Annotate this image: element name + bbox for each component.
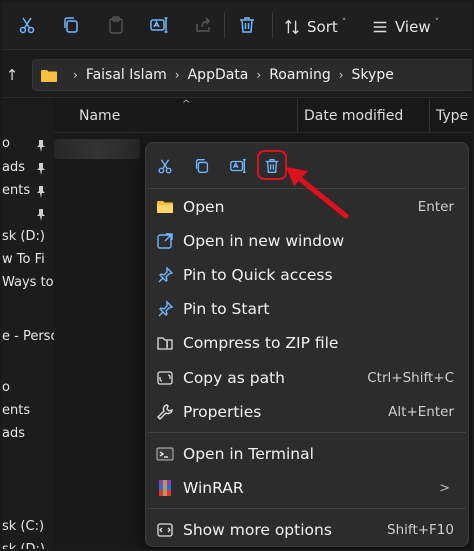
wrench-icon [156,403,174,421]
column-divider[interactable] [429,99,430,133]
menu-item-label: Pin to Quick access [183,266,333,284]
sidebar-item[interactable]: e - Perso [2,329,54,349]
column-header: ^ Name Date modified Type [54,99,472,133]
pin-icon [156,266,174,284]
cut-icon[interactable] [12,10,42,40]
share-icon[interactable] [188,10,218,40]
delete-icon[interactable] [232,10,262,40]
menu-item-pin-start[interactable]: Pin to Start [146,293,468,325]
chevron-right-icon: › [73,68,78,82]
command-bar: Sort ˅ View ˅ [2,2,472,50]
zip-icon [156,334,174,352]
copy-icon[interactable] [189,153,215,179]
column-type[interactable]: Type [436,108,468,124]
toolbar-divider [272,12,273,38]
sidebar-item[interactable]: ads [2,160,54,180]
menu-item-open-terminal[interactable]: Open in Terminal [146,438,468,470]
menu-item-pin-quick-access[interactable]: Pin to Quick access [146,259,468,291]
column-divider[interactable] [297,99,298,133]
menu-item-shortcut: Shift+F10 [387,522,454,538]
winrar-icon [156,479,174,497]
paste-icon[interactable] [101,10,131,40]
chevron-right-icon: › [174,68,180,82]
breadcrumb-item[interactable]: Skype [352,67,394,83]
folder-icon [156,198,174,216]
blurred-file-name[interactable] [54,139,140,159]
menu-item-label: Copy as path [183,369,285,387]
copy-icon[interactable] [56,10,86,40]
menu-item-show-more-options[interactable]: Show more options Shift+F10 [146,514,468,546]
menu-item-label: Open [183,198,225,216]
chevron-down-icon: ˅ [341,18,347,28]
navigation-row: ↑ › Faisal Islam › AppData › Roaming › S… [2,51,472,98]
chevron-down-icon: ˅ [434,18,440,28]
breadcrumb-item[interactable]: AppData [188,67,249,83]
more-options-icon [156,521,174,539]
menu-item-label: Open in new window [183,232,345,250]
sidebar-item[interactable]: sk (D:) [2,229,54,249]
chevron-right-icon: › [256,68,262,82]
up-arrow-icon[interactable]: ↑ [2,63,22,87]
view-button[interactable]: View ˅ [371,14,439,40]
menu-item-shortcut: Enter [417,199,454,215]
navigation-pane: o ads ents sk (D:) w To Fi Ways to e - P… [2,99,54,549]
file-explorer-window: Sort ˅ View ˅ ↑ › Faisal Islam › AppData… [0,0,474,551]
menu-divider [148,432,466,433]
sidebar-item[interactable]: ads [2,426,54,446]
menu-divider [148,508,466,509]
new-window-icon [156,232,174,250]
address-bar[interactable]: › Faisal Islam › AppData › Roaming › Sky… [32,59,472,91]
rename-icon[interactable] [144,10,174,40]
rename-icon[interactable] [225,153,251,179]
pin-icon [37,140,45,152]
sort-icon [285,19,299,35]
menu-item-shortcut: Alt+Enter [388,404,454,420]
column-date-modified[interactable]: Date modified [304,108,403,124]
menu-item-label: Pin to Start [183,300,270,318]
cut-icon[interactable] [152,153,178,179]
submenu-chevron-icon: > [439,480,450,496]
menu-item-label: Open in Terminal [183,445,314,463]
pin-icon [37,186,45,198]
menu-item-properties[interactable]: Properties Alt+Enter [146,396,468,428]
folder-icon [41,69,57,82]
menu-item-label: Compress to ZIP file [183,334,339,352]
sort-label: Sort [307,18,338,36]
menu-item-label: Properties [183,403,262,421]
pin-icon [37,163,45,175]
view-icon [373,21,387,33]
sidebar-item[interactable]: w To Fi [2,252,54,272]
pin-icon [37,209,45,221]
sort-ascending-icon: ^ [182,99,191,110]
breadcrumb-item[interactable]: Roaming [269,67,331,83]
view-label: View [395,18,431,36]
chevron-right-icon: › [338,68,344,82]
menu-item-winrar[interactable]: WinRAR > [146,472,468,504]
sidebar-item[interactable]: Ways to [2,275,54,295]
terminal-icon [156,445,174,463]
menu-item-copy-path[interactable]: Copy as path Ctrl+Shift+C [146,362,468,394]
annotation-arrow [286,167,349,219]
menu-item-label: WinRAR [183,479,244,497]
pin-start-icon [156,300,174,318]
menu-item-open-new-window[interactable]: Open in new window [146,225,468,257]
menu-item-compress-zip[interactable]: Compress to ZIP file [146,327,468,359]
menu-item-label: Show more options [183,521,332,539]
menu-item-shortcut: Ctrl+Shift+C [367,370,454,386]
column-name[interactable]: Name [79,108,120,124]
sidebar-item[interactable] [2,206,54,226]
sort-button[interactable]: Sort ˅ [283,14,346,40]
toolbar-divider [224,12,225,38]
copy-path-icon [156,369,174,387]
sidebar-item[interactable]: o [2,136,54,156]
sidebar-item[interactable]: ents [2,183,54,203]
sidebar-item[interactable]: ents [2,403,54,423]
breadcrumb-item[interactable]: Faisal Islam [86,67,167,83]
sidebar-item[interactable]: o [2,380,54,400]
sidebar-item[interactable]: sk (D:) [2,542,54,549]
sidebar-item[interactable]: sk (C:) [2,519,54,539]
